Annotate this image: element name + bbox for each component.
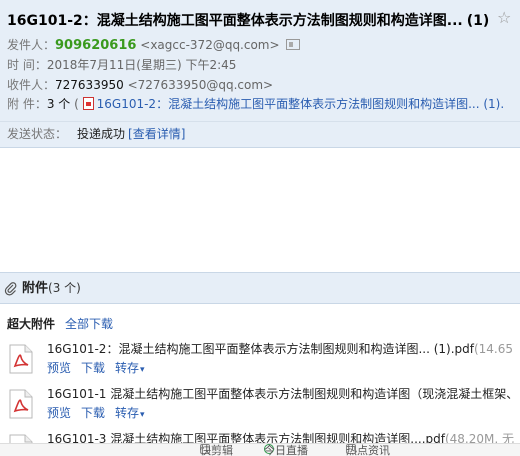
attachment-actions: 预览下载转存▾ [47, 360, 155, 376]
live-label[interactable]: 今日直播 [264, 444, 308, 456]
sender-name[interactable]: 909620616 [55, 38, 136, 53]
forward-save-link[interactable]: 转存▾ [115, 406, 145, 420]
big-attachment-row: 超大附件 全部下载 [7, 316, 113, 332]
attachment-row: 附 件：3 个 ( 16G101-2：混凝土结构施工图平面整体表示方法制图规则和… [7, 95, 517, 113]
attachments-header: 附件(3 个) [0, 272, 520, 304]
pdf-icon [82, 97, 94, 110]
send-status-bar: 发送状态： 投递成功 [查看详情] [0, 121, 520, 148]
news-label[interactable]: 热点资讯 [346, 444, 390, 456]
attachment-item: 16G101-2：混凝土结构施工图平面整体表示方法制图规则和构造详图... (1… [0, 340, 520, 386]
big-attachment-title: 超大附件 [7, 317, 56, 331]
to-label: 收件人： [7, 78, 56, 92]
from-label: 发件人： [7, 38, 56, 52]
forward-save-label[interactable]: 转存 [115, 361, 139, 375]
view-details-link[interactable]: [查看详情] [128, 127, 185, 141]
clip-editor-label[interactable]: 快剪辑 [200, 444, 233, 456]
pdf-icon [9, 344, 33, 374]
sender-address: <xagcc-372@qq.com> [140, 38, 280, 52]
attachment-actions: 预览下载转存▾ [47, 405, 155, 421]
from-row: 发件人：909620616 <xagcc-372@qq.com> [7, 36, 517, 54]
download-all-link[interactable]: 全部下载 [65, 317, 113, 331]
forward-save-link[interactable]: 转存▾ [115, 361, 145, 375]
send-status-value: 投递成功 [77, 127, 126, 141]
preview-link[interactable]: 预览 [47, 361, 71, 375]
attachment-first-link[interactable]: 16G101-2：混凝土结构施工图平面整体表示方法制图规则和构造详图... (1… [97, 97, 505, 111]
attachment-name[interactable]: 16G101-1 混凝土结构施工图平面整体表示方法制图规则和构造详图（现浇混凝土… [47, 385, 517, 403]
time-row: 时 间：2018年7月11日(星期三) 下午2:45 [7, 56, 517, 74]
subject-text: 16G101-2：混凝土结构施工图平面整体表示方法制图规则和构造详图... [7, 13, 463, 29]
recipient-name[interactable]: 727633950 [55, 78, 124, 92]
time-label: 时 间： [7, 58, 47, 72]
star-icon[interactable]: ☆ [497, 8, 511, 27]
recipient-address: <727633950@qq.com> [127, 78, 274, 92]
attachment-name[interactable]: 16G101-2：混凝土结构施工图平面整体表示方法制图规则和构造详图... (1… [47, 340, 517, 358]
to-row: 收件人：727633950 <727633950@qq.com> [7, 76, 517, 94]
mail-subject: 16G101-2：混凝土结构施工图平面整体表示方法制图规则和构造详图... (1) [7, 10, 512, 30]
bottom-toolbar: 快剪辑 今日直播 热点资讯 [0, 443, 520, 456]
paperclip-icon [4, 281, 17, 295]
attachment-paren: ( [74, 97, 79, 111]
time-value: 2018年7月11日(星期三) 下午2:45 [46, 58, 237, 72]
pdf-icon [9, 389, 33, 419]
attachment-filename[interactable]: 16G101-2：混凝土结构施工图平面整体表示方法制图规则和构造详图... (1… [47, 342, 474, 356]
chevron-down-icon: ▾ [140, 410, 145, 420]
attachment-item: 16G101-1 混凝土结构施工图平面整体表示方法制图规则和构造详图（现浇混凝土… [0, 385, 520, 431]
mail-header: 16G101-2：混凝土结构施工图平面整体表示方法制图规则和构造详图... (1)… [0, 0, 520, 148]
forward-save-label[interactable]: 转存 [115, 406, 139, 420]
chevron-down-icon: ▾ [140, 365, 145, 375]
preview-link[interactable]: 预览 [47, 406, 71, 420]
attachment-filename[interactable]: 16G101-1 混凝土结构施工图平面整体表示方法制图规则和构造详图（现浇混凝土… [47, 387, 517, 401]
contact-card-icon[interactable] [285, 39, 300, 50]
send-status-label: 发送状态： [7, 127, 68, 141]
download-link[interactable]: 下载 [81, 406, 105, 420]
attachment-count: 3 个 [46, 97, 71, 111]
attachment-size: (14.65 [473, 342, 514, 356]
subject-count: (1) [466, 13, 490, 29]
attachment-label: 附 件： [7, 97, 47, 111]
attachments-title: 附件 [22, 281, 49, 296]
attachments-count: (3 个) [48, 281, 81, 295]
download-link[interactable]: 下载 [81, 361, 105, 375]
